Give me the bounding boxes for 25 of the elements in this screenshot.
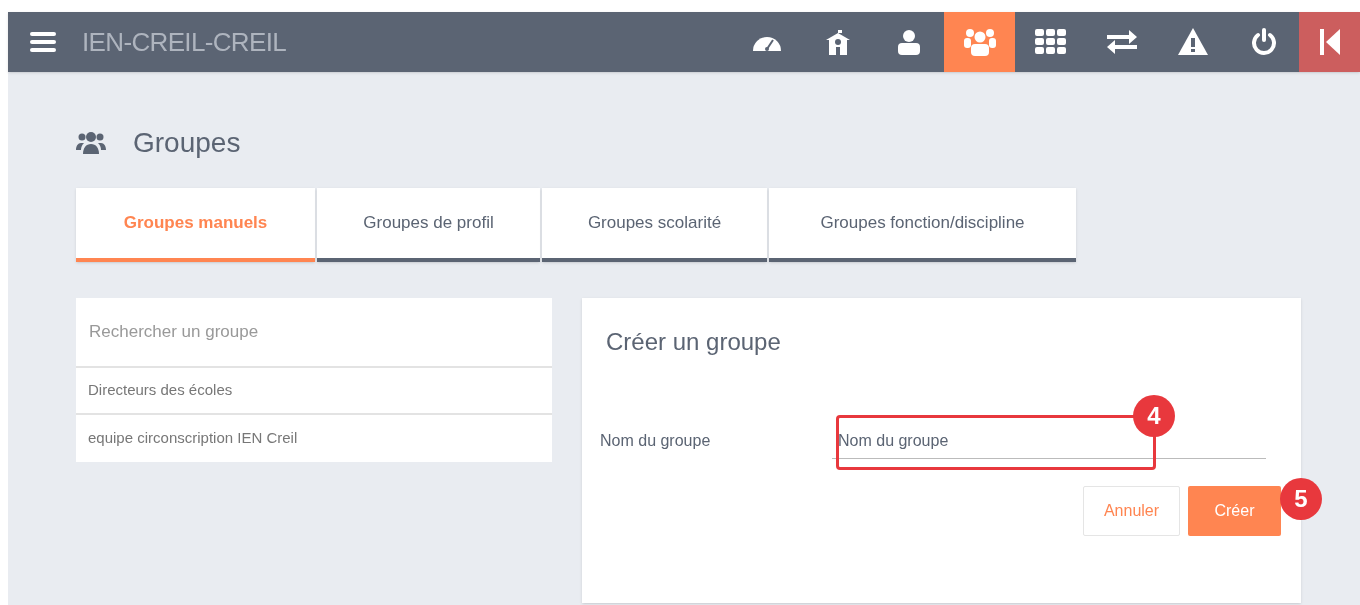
warning-icon [1177,28,1208,56]
user-icon [896,29,921,55]
swap-arrows-icon [1106,29,1137,55]
page-title: Groupes [133,126,241,160]
group-list-item[interactable]: Directeurs des écoles [76,368,552,415]
grid-icon [1034,29,1067,55]
step-badge: 4 [1133,395,1175,437]
tab[interactable]: Groupes fonction/discipline [769,188,1076,262]
field-label: Nom du groupe [600,431,712,451]
collapse-icon [1319,29,1340,55]
menu-icon[interactable] [30,32,56,52]
tab[interactable]: Groupes manuels [76,188,315,262]
step-badge: 5 [1280,478,1322,520]
users-icon [963,28,996,56]
app-title: IEN-CREIL-CREIL [82,25,287,59]
users-icon [76,130,106,156]
power-icon [1250,28,1277,56]
tab[interactable]: Groupes de profil [317,188,540,262]
group-list-item[interactable]: equipe circonscription IEN Creil [76,415,552,462]
create-button[interactable]: Créer [1188,486,1281,536]
cancel-button[interactable]: Annuler [1083,486,1180,536]
form-title: Créer un groupe [606,327,782,357]
tab[interactable]: Groupes scolarité [542,188,767,262]
search-field[interactable]: Rechercher un groupe [76,298,552,368]
collapse-button[interactable] [1299,12,1360,72]
